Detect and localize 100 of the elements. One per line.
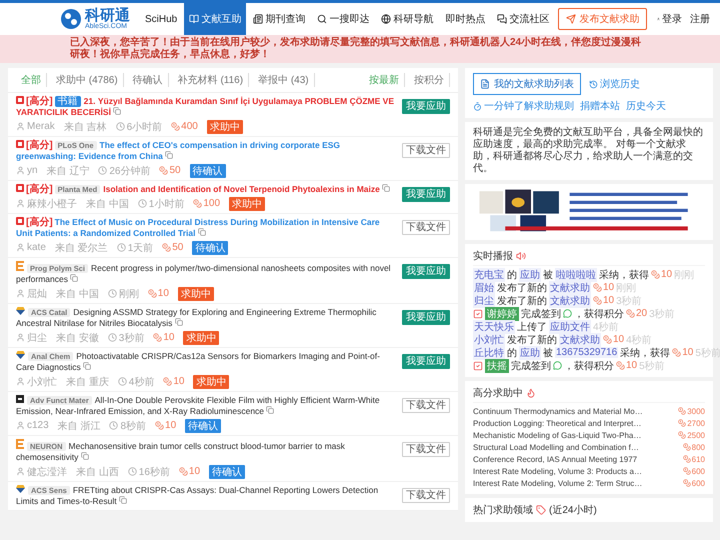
status-label: 待确认 — [192, 240, 228, 254]
user-link[interactable]: 啦啦啦啦 — [555, 268, 597, 282]
action-button[interactable]: 下载文件 — [402, 220, 450, 235]
user-badge[interactable]: 谢婷婷 — [485, 306, 519, 320]
user-icon — [16, 166, 25, 175]
nav-link[interactable]: 一搜即达 — [312, 3, 374, 35]
user-link[interactable]: 应助文件 — [549, 320, 591, 334]
copy-icon[interactable] — [266, 406, 274, 414]
nav-link[interactable]: SciHub — [140, 3, 182, 35]
request-title[interactable]: Interest Rate Modeling, Volume 2: Term Struc… — [473, 478, 642, 488]
location: 来自 辽宁 — [46, 164, 90, 178]
nav-link[interactable]: 交流社区 — [492, 3, 554, 35]
sort-tab[interactable]: 按最新 — [364, 73, 405, 87]
location: 来自 中国 — [56, 288, 99, 300]
help-link[interactable]: 历史今天 — [626, 99, 666, 113]
publish-button[interactable]: 发布文献求助 — [558, 8, 648, 30]
action-button[interactable]: 下载文件 — [402, 488, 450, 503]
request-title[interactable]: Conference Record, IAS Annual Meeting 1977 — [473, 454, 638, 464]
copy-icon[interactable] — [70, 274, 78, 282]
user-link[interactable]: 眉始 — [473, 280, 495, 294]
status-label: 求助中 — [178, 286, 214, 300]
request-title[interactable]: [高分] The Effect of Music on Procedural Distress During Mobilization in Intensive Care Unit Patients: a Randomized Controlled Trial — [16, 217, 396, 239]
action-button[interactable]: 下载文件 — [402, 398, 450, 413]
filter-tab[interactable]: 补充材料 (116) — [172, 73, 250, 87]
user-link[interactable]: 应助 — [519, 268, 541, 282]
copy-icon[interactable] — [174, 318, 183, 326]
copy-icon[interactable] — [198, 228, 206, 236]
time: 3秒前 — [118, 332, 144, 344]
coins-icon — [682, 455, 691, 463]
user-link[interactable]: 应助 — [519, 346, 541, 360]
points: 400 — [181, 121, 198, 132]
copy-icon[interactable] — [165, 151, 174, 159]
feed-text: ，获得积分 — [574, 308, 624, 320]
user-icon — [16, 289, 25, 298]
action-button[interactable]: 我要应助 — [402, 264, 450, 279]
user-link[interactable]: 归尘 — [473, 294, 495, 308]
chat-icon — [497, 14, 508, 24]
user-name: 健忘滢洋 — [27, 466, 67, 478]
sort-tab[interactable]: 按积分 — [409, 73, 450, 87]
flag-icon — [16, 96, 24, 104]
help-link[interactable]: 捐赠本站 — [580, 99, 620, 113]
user-link[interactable]: 小刘忙 — [473, 332, 505, 346]
action-button[interactable]: 下载文件 — [402, 143, 450, 158]
request-title[interactable]: Mechanistic Modeling of Gas-Liquid Two-Pha… — [473, 430, 642, 440]
copy-icon[interactable] — [119, 496, 127, 504]
checkbox-icon — [473, 308, 483, 318]
coins-icon — [163, 377, 172, 386]
action-button[interactable]: 我要应助 — [402, 354, 450, 369]
feed-text: 被 — [543, 268, 553, 282]
points: 10 — [163, 332, 174, 343]
user-link[interactable]: 丘比特 — [473, 346, 505, 360]
filter-tab[interactable]: 举报中 (43) — [253, 73, 315, 87]
copy-icon[interactable] — [382, 184, 390, 192]
copy-icon[interactable] — [83, 362, 92, 370]
nav-link[interactable]: 即时热点 — [440, 3, 490, 35]
nav-link[interactable]: 期刊查询 — [248, 3, 310, 35]
request-title[interactable]: Structural Load Modelling and Combination f… — [473, 442, 639, 452]
request-title[interactable]: [高分] 书籍 21. Yüzyıl Bağlamında Kuramdan Sınıf İçi Uygulamaya PROBLEM ÇÖZME VE YARATICILIK BECERİSİ — [16, 96, 396, 118]
points: 10 — [603, 295, 614, 306]
user-badge[interactable]: 扶摇 — [485, 358, 509, 372]
filter-tab[interactable]: 待确认 — [128, 73, 169, 87]
request-title[interactable]: Interest Rate Modeling, Volume 3: Products a… — [473, 466, 642, 476]
nav-link[interactable]: 科研导航 — [376, 3, 438, 35]
register-link[interactable]: 注册 — [690, 12, 710, 26]
coins-icon — [603, 335, 612, 344]
feed-text: 的 — [507, 346, 517, 360]
history-link[interactable]: 浏览历史 — [589, 77, 640, 91]
user-link[interactable]: 文献求助 — [559, 332, 601, 346]
coins-icon — [651, 270, 660, 279]
request-title[interactable]: Continuum Thermodynamics and Material Mo… — [473, 406, 643, 416]
feed-text: 被 — [543, 346, 553, 360]
history-icon — [589, 80, 598, 88]
action-button[interactable]: 我要应助 — [402, 310, 450, 325]
action-button[interactable]: 我要应助 — [402, 187, 450, 202]
nav-link[interactable]: 文献互助 — [184, 3, 246, 35]
filter-tab[interactable]: 全部 — [16, 73, 47, 87]
feed-text: 采纳，获得 — [620, 346, 670, 360]
filter-tab[interactable]: 求助中 (4786) — [51, 73, 124, 87]
chat-icon — [563, 309, 572, 318]
my-requests-button[interactable]: 我的文献求助列表 — [473, 73, 581, 95]
login-link[interactable]: 登录 — [662, 12, 682, 26]
notice-banner: 已入深夜，您辛苦了！由于当前在线用户较少，发布求助请尽量完整的填写文献信息，科研通机器人24小时在线，伴您度过漫漫科研夜！祝你早点完成任务，早点休息，好梦！ — [0, 35, 720, 63]
timer-icon — [473, 102, 482, 110]
user-link[interactable]: 天天快乐 — [473, 320, 515, 334]
copy-icon[interactable] — [80, 452, 89, 460]
feed-text: 发布了新的 — [507, 334, 557, 346]
user-link[interactable]: 文献求助 — [549, 294, 591, 308]
user-link[interactable]: 文献求助 — [549, 280, 591, 294]
help-link[interactable]: 一分钟了解求助规则 — [473, 99, 574, 113]
user-link[interactable]: 13675329716 — [555, 347, 618, 358]
coins-icon — [162, 243, 172, 252]
action-button[interactable]: 下载文件 — [402, 442, 450, 457]
clock-icon — [118, 377, 127, 386]
action-button[interactable]: 我要应助 — [402, 99, 450, 114]
status-label: 求助中 — [206, 120, 243, 134]
user-link[interactable]: 充电宝 — [473, 268, 505, 282]
copy-icon[interactable] — [113, 107, 122, 115]
newspaper-icon — [253, 14, 264, 24]
send-icon — [566, 14, 576, 24]
request-title[interactable]: Production Logging: Theoretical and Interpret… — [473, 418, 642, 428]
